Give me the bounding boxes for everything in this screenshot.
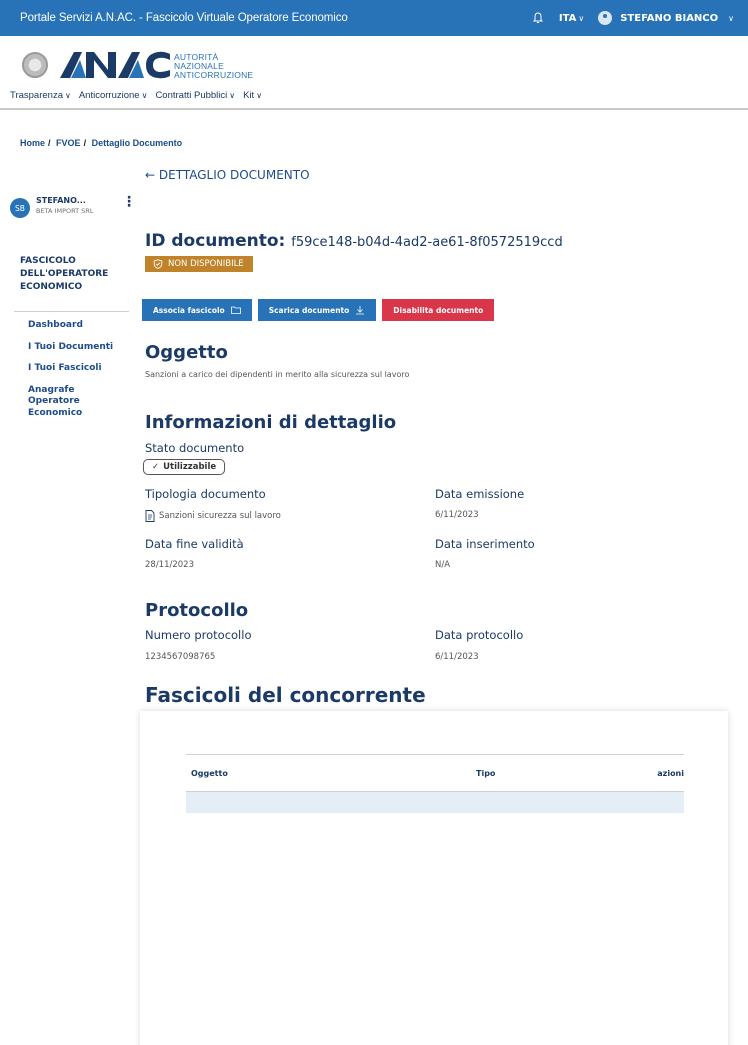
- shield-icon: [153, 259, 163, 269]
- stato-label: Stato documento: [145, 441, 245, 455]
- chevron-down-icon: ∨: [64, 91, 71, 100]
- scarica-documento-button[interactable]: Scarica documento: [257, 299, 377, 321]
- column-header-oggetto[interactable]: Oggetto: [191, 769, 228, 778]
- button-label: Disabilita documento: [393, 305, 484, 315]
- data-protocollo-label: Data protocollo: [435, 628, 524, 642]
- document-id-value: f59ce148-b04d-4ad2-ae61-8f0572519ccd: [291, 235, 563, 250]
- nav-trasparenza[interactable]: Trasparenza ∨: [10, 90, 71, 101]
- portal-title: Portale Servizi A.N.AC. - Fascicolo Virt…: [20, 12, 348, 24]
- oggetto-text: Sanzioni a carico dei dipendenti in meri…: [145, 370, 410, 379]
- stato-value: Utilizzabile: [163, 462, 217, 472]
- top-bar-right: ITA ∨ STEFANO BIANCO ∨: [531, 11, 734, 25]
- column-header-tipo[interactable]: Tipo: [476, 769, 495, 778]
- breadcrumb-current: Dettaglio Documento: [91, 138, 183, 148]
- data-fine-label: Data fine validità: [145, 537, 244, 551]
- main-nav: Trasparenza ∨ Anticorruzione ∨ Contratti P…: [10, 90, 262, 101]
- sidebar-item-dashboard[interactable]: Dashboard: [28, 320, 128, 332]
- folder-icon: [230, 306, 241, 314]
- nav-label: Contratti Pubblici: [155, 90, 228, 101]
- user-name: STEFANO BIANCO: [620, 12, 719, 24]
- sidebar-divider: [14, 311, 129, 312]
- logo-subtitle: AUTORITÀ NAZIONALE ANTICORRUZIONE: [174, 53, 253, 80]
- sidebar-item-fascicoli[interactable]: I Tuoi Fascicoli: [28, 363, 128, 375]
- breadcrumb: Home / FVOE / Dettaglio Documento: [20, 138, 182, 148]
- avatar: SB: [10, 198, 30, 218]
- chevron-down-icon: ∨: [578, 13, 585, 23]
- breadcrumb-separator: /: [48, 138, 51, 148]
- action-buttons: Associa fascicolo Scarica documento Disa…: [142, 299, 495, 321]
- document-id: ID documento: f59ce148-b04d-4ad2-ae61-8f…: [145, 231, 563, 251]
- notification-bell-icon[interactable]: [531, 11, 545, 25]
- user-card-company: BETA IMPORT SRL: [36, 207, 94, 215]
- status-badge: NON DISPONIBILE: [145, 256, 253, 272]
- arrow-left-icon: ←: [145, 168, 159, 182]
- data-inserimento-label: Data inserimento: [435, 537, 535, 551]
- info-heading: Informazioni di dettaglio: [145, 412, 397, 433]
- top-bar: Portale Servizi A.N.AC. - Fascicolo Virt…: [0, 0, 748, 36]
- user-card-name: STEFANO...: [36, 196, 86, 205]
- anac-logo[interactable]: [60, 50, 170, 80]
- chevron-down-icon: ∨: [141, 91, 148, 100]
- breadcrumb-fvoe[interactable]: FVOE: [56, 138, 81, 148]
- status-badge-label: NON DISPONIBILE: [168, 259, 244, 269]
- back-link-label: DETTAGLIO DOCUMENTO: [158, 168, 310, 182]
- stato-badge: ✓ Utilizzabile: [143, 459, 226, 475]
- tipologia-value-row: Sanzioni sicurezza sul lavoro: [145, 510, 281, 522]
- oggetto-heading: Oggetto: [145, 342, 228, 363]
- sidebar-item-documenti[interactable]: I Tuoi Documenti: [28, 342, 128, 354]
- fascicoli-heading: Fascicoli del concorrente: [145, 683, 426, 707]
- nav-label: Anticorruzione: [78, 90, 140, 101]
- button-label: Scarica documento: [268, 305, 350, 315]
- user-avatar-icon: [598, 11, 613, 25]
- numero-protocollo-value: 1234567098765: [145, 652, 216, 662]
- nav-kit[interactable]: Kit ∨: [243, 90, 262, 101]
- nav-contratti-pubblici[interactable]: Contratti Pubblici ∨: [155, 90, 235, 101]
- data-emissione-value: 6/11/2023: [435, 510, 479, 520]
- language-selector[interactable]: ITA ∨: [559, 13, 584, 24]
- table-row: [186, 792, 684, 813]
- language-label: ITA: [558, 12, 577, 24]
- logo-subtitle-line: ANTICORRUZIONE: [174, 70, 254, 80]
- fascicoli-panel: Oggetto Tipo azioni: [140, 711, 728, 1045]
- breadcrumb-separator: /: [83, 138, 87, 148]
- sidebar-heading: FASCICOLO DELL'OPERATORE ECONOMICO: [20, 256, 109, 292]
- download-icon: [356, 306, 365, 315]
- user-menu[interactable]: STEFANO BIANCO ∨: [598, 11, 734, 25]
- back-link[interactable]: ← DETTAGLIO DOCUMENTO: [145, 168, 310, 182]
- chevron-down-icon: ∨: [256, 91, 263, 100]
- document-icon: [145, 510, 155, 522]
- breadcrumb-home[interactable]: Home: [20, 138, 45, 148]
- column-header-azioni: azioni: [657, 769, 684, 778]
- kebab-menu-icon[interactable]: ⋮: [122, 194, 136, 210]
- disabilita-documento-button[interactable]: Disabilita documento: [382, 299, 495, 321]
- user-card: SB STEFANO... BETA IMPORT SRL ⋮: [10, 194, 136, 224]
- nav-anticorruzione[interactable]: Anticorruzione ∨: [79, 90, 148, 101]
- sidebar-nav: Dashboard I Tuoi Documenti I Tuoi Fascic…: [28, 320, 128, 429]
- site-header: AUTORITÀ NAZIONALE ANTICORRUZIONE Traspa…: [0, 36, 748, 110]
- data-emissione-label: Data emissione: [435, 487, 525, 501]
- chevron-down-icon: ∨: [728, 13, 734, 23]
- data-protocollo-value: 6/11/2023: [435, 652, 479, 662]
- document-id-label: ID documento:: [145, 231, 286, 251]
- nav-label: Kit: [243, 90, 255, 101]
- sidebar-item-anagrafe[interactable]: Anagrafe Operatore Economico: [28, 385, 128, 420]
- data-fine-value: 28/11/2023: [145, 560, 194, 570]
- fascicoli-table-header: Oggetto Tipo azioni: [186, 754, 684, 792]
- nav-label: Trasparenza: [10, 90, 63, 101]
- data-inserimento-value: N/A: [435, 560, 451, 570]
- republic-emblem-icon: [22, 52, 48, 78]
- numero-protocollo-label: Numero protocollo: [145, 628, 252, 642]
- tipologia-value: Sanzioni sicurezza sul lavoro: [159, 511, 281, 521]
- check-icon: ✓: [152, 462, 160, 472]
- associa-fascicolo-button[interactable]: Associa fascicolo: [142, 299, 252, 321]
- protocollo-heading: Protocollo: [145, 600, 249, 621]
- chevron-down-icon: ∨: [229, 91, 236, 100]
- tipologia-label: Tipologia documento: [145, 487, 266, 501]
- button-label: Associa fascicolo: [153, 305, 225, 315]
